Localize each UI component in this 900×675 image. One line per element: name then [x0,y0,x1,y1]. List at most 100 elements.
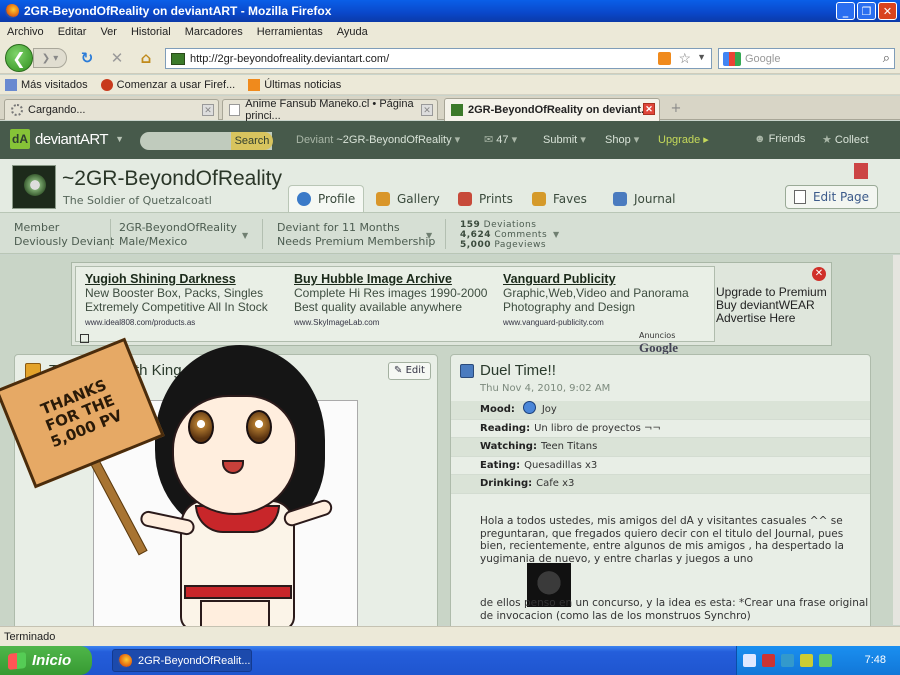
joy-emoticon-icon [522,401,536,415]
ad-vanguard[interactable]: Vanguard Publicity Graphic,Web,Video and… [503,272,689,327]
deviantart-logo[interactable]: dA deviantART ▼ [10,129,124,149]
rss-icon[interactable] [658,52,671,65]
menu-editar[interactable]: Editar [51,26,94,38]
start-button[interactable]: Inicio [0,646,92,675]
journal-mood-table: Mood: Joy Reading: Un libro de proyectos… [451,401,870,494]
back-button[interactable]: ❮ [5,44,33,72]
home-icon[interactable]: ⌂ [137,49,155,67]
ad-title[interactable]: Buy Hubble Image Archive [294,272,487,286]
chevron-down-icon[interactable]: ▼ [242,231,248,240]
search-icon[interactable]: ⌕ [883,50,890,66]
new-tab-icon[interactable]: + [666,101,686,119]
gallery-icon [376,191,390,206]
google-engine-icon[interactable] [723,51,741,66]
menu-historial[interactable]: Historial [124,26,178,38]
menu-herramientas[interactable]: Herramientas [250,26,330,38]
journal-date: Thu Nov 4, 2010, 9:02 AM [480,383,611,394]
chevron-down-icon[interactable]: ▼ [426,231,432,240]
forward-button[interactable]: ❯ ▾ [33,48,67,68]
taskbar-firefox-item[interactable]: 2GR-BeyondOfRealit... [112,649,252,672]
edit-page-button[interactable]: Edit Page [785,185,878,209]
security-icon[interactable] [762,654,775,667]
network-icon[interactable] [743,654,756,667]
tab-deviantart[interactable]: 2GR-BeyondOfReality on deviant... ✕ [444,98,660,121]
window-title: 2GR-BeyondOfReality on deviantART - Mozi… [24,4,332,18]
submit-link[interactable]: Submit ▾ [543,133,586,146]
collect-link[interactable]: ★ Collect [822,133,869,146]
da-search-button[interactable]: Search [231,132,273,150]
clock[interactable]: 7:48 [865,654,886,666]
tab-anime-fansub[interactable]: Anime Fansub Maneko.cl • Página princi..… [222,98,438,122]
deviant-age-info[interactable]: Deviant for 11 Months Needs Premium Memb… [277,221,435,249]
search-bar[interactable]: Google ⌕ [718,48,895,69]
bookmark-getting-started[interactable]: Comenzar a usar Firef... [100,78,235,91]
avatar[interactable] [12,165,56,209]
stop-icon[interactable]: ✕ [108,49,126,67]
volume-icon[interactable] [800,654,813,667]
url-dropdown-icon[interactable]: ▼ [697,52,706,62]
ad-url[interactable]: www.vanguard-publicity.com [503,318,689,327]
ad-hubble[interactable]: Buy Hubble Image Archive Complete Hi Res… [294,272,487,327]
chevron-down-icon[interactable]: ▼ [115,134,124,144]
watching-value: Teen Titans [540,441,598,453]
deviation-stats[interactable]: 159 Deviations 4,624 Comments 5,000 Page… [460,220,547,250]
tab-prints[interactable]: Prints [450,185,521,212]
advertise-here-link[interactable]: Advertise Here [716,312,827,325]
bookmark-label: Últimas noticias [264,78,342,91]
member-info: Member Deviously Deviant [14,221,114,249]
menu-archivo[interactable]: Archivo [0,26,51,38]
tab-label: Faves [553,191,587,206]
tab-close-icon[interactable]: ✕ [421,104,433,116]
firefox-icon [5,4,19,18]
journal-title[interactable]: Duel Time!! [480,362,556,379]
vertical-scrollbar[interactable] [893,255,900,625]
user-info[interactable]: 2GR-BeyondOfReality Male/Mexico [119,221,237,249]
bookmark-star-icon[interactable]: ☆ [678,50,691,67]
update-icon[interactable] [819,654,832,667]
reload-icon[interactable]: ↻ [78,49,96,67]
mood-label: Mood: [480,404,515,416]
url-bar[interactable]: http://2gr-beyondofreality.deviantart.co… [165,48,712,69]
menu-marcadores[interactable]: Marcadores [178,26,250,38]
friends-link[interactable]: ☻ Friends [754,133,805,145]
ad-url[interactable]: www.SkyImageLab.com [294,318,487,327]
system-tray: 7:48 [736,646,900,675]
upgrade-link[interactable]: Upgrade ▸ [658,133,709,146]
bookmark-latest-news[interactable]: Últimas noticias [248,78,342,91]
chevron-down-icon[interactable]: ▼ [553,230,559,239]
tab-journal[interactable]: Journal [605,185,684,212]
panel-edit-button[interactable]: ✎ Edit [388,362,431,380]
shop-link[interactable]: Shop ▾ [605,133,639,146]
profile-username[interactable]: ~2GR-BeyondOfReality [62,167,282,191]
tab-loading[interactable]: Cargando... ✕ [4,99,219,120]
maximize-button[interactable]: ❐ [857,2,876,20]
divider [445,219,446,249]
tab-faves[interactable]: Faves [524,185,595,212]
ads-by-google[interactable]: Anuncios Google [639,331,714,356]
tab-gallery[interactable]: Gallery [368,185,448,212]
messenger-icon[interactable] [781,654,794,667]
ad-url[interactable]: www.ideal808.com/products.as [85,318,268,327]
deviant-menu[interactable]: Deviant ~2GR-BeyondOfReality ▾ [296,133,460,146]
minimize-button[interactable]: _ [836,2,855,20]
reading-label: Reading: [480,422,531,434]
tab-profile[interactable]: Profile [288,185,365,212]
bookmark-most-visited[interactable]: Más visitados [5,78,88,91]
info-icon [297,192,311,206]
menu-ayuda[interactable]: Ayuda [330,26,375,38]
ad-title[interactable]: Vanguard Publicity [503,272,689,286]
ad-line: New Booster Box, Packs, Singles [85,286,264,300]
drinking-row: Drinking: Cafe x3 [451,475,870,494]
messages-link[interactable]: ✉ 47 ▾ [484,133,517,146]
chibi-eye-left [188,410,214,444]
ad-title[interactable]: Yugioh Shining Darkness [85,272,268,286]
close-button[interactable]: ✕ [878,2,897,20]
deviant-prefix: Deviant [296,134,334,146]
ad-yugioh[interactable]: Yugioh Shining Darkness New Booster Box,… [85,272,268,327]
menu-ver[interactable]: Ver [93,26,124,38]
tab-close-icon[interactable]: ✕ [643,103,655,115]
tab-close-icon[interactable]: ✕ [202,104,214,116]
close-ad-icon[interactable]: ✕ [812,267,826,281]
ad-line: Graphic,Web,Video and Panorama [503,286,689,300]
ad-info-icon[interactable] [80,334,89,343]
